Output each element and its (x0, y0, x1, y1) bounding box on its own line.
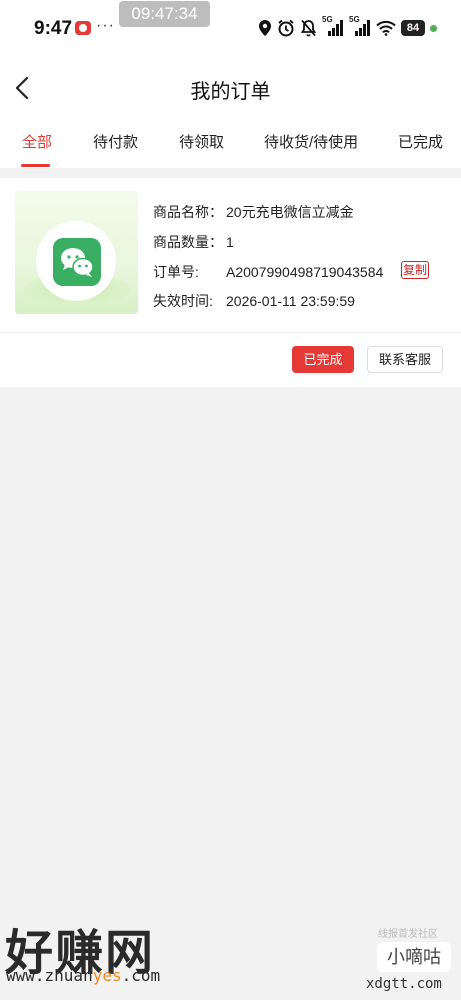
watermark-url-prefix: www.zhuan (6, 966, 93, 985)
screen-record-icon (75, 21, 91, 35)
expire-time-row: 失效时间: 2026-01-11 23:59:59 (153, 291, 355, 311)
tab-completed[interactable]: 已完成 (398, 131, 443, 152)
more-notifications-icon: ··· (96, 17, 115, 34)
watermark-small-caption: 线报首发社区 (378, 929, 438, 940)
battery-indicator: 84 (401, 20, 425, 36)
watermark-url: www.zhuanyes.com (6, 966, 160, 985)
quantity-label: 商品数量： (153, 234, 223, 250)
status-time: 9:47 (34, 18, 73, 39)
location-icon (259, 20, 271, 36)
tab-pending-payment[interactable]: 待付款 (93, 131, 138, 152)
wechat-icon (53, 238, 101, 286)
nav-header: 我的订单 (0, 58, 461, 118)
order-number-row: 订单号: A2007990498719043584 (153, 262, 383, 282)
product-name-row: 商品名称： 20元充电微信立减金 (153, 202, 354, 222)
expire-time-value: 2026-01-11 23:59:59 (226, 293, 355, 309)
wifi-icon (376, 20, 396, 36)
watermark-url-suffix: .com (121, 966, 161, 985)
watermark-small-url: xdgtt.com (366, 976, 442, 992)
order-number-value: A2007990498719043584 (226, 264, 384, 280)
expire-time-label: 失效时间: (153, 293, 213, 309)
product-thumbnail (15, 191, 138, 314)
quantity-row: 商品数量： 1 (153, 232, 234, 252)
page: 9:47 ··· 09:47:34 5G 5G 84 我的订单 全部 待付款 待… (0, 0, 461, 1000)
order-number-label: 订单号: (153, 264, 199, 280)
tab-all[interactable]: 全部 (22, 131, 52, 152)
signal-icon-1: 5G (322, 15, 344, 37)
copy-order-number-button[interactable]: 复制 (401, 261, 429, 279)
active-tab-indicator (21, 164, 50, 167)
quantity-value: 1 (226, 234, 234, 250)
page-title: 我的订单 (190, 81, 271, 103)
card-divider (0, 332, 461, 333)
mute-bell-icon (300, 19, 317, 37)
order-status-button[interactable]: 已完成 (292, 346, 354, 373)
contact-service-button[interactable]: 联系客服 (367, 346, 443, 373)
tab-pending-receipt[interactable]: 待收货/待使用 (264, 131, 358, 152)
order-card[interactable]: 商品名称： 20元充电微信立减金 商品数量： 1 订单号: A200799049871… (0, 178, 461, 387)
status-icons: 5G 5G 84 (258, 15, 437, 38)
watermark-small-brand: 小嘀咕 (377, 942, 451, 972)
order-tabs: 全部 待付款 待领取 待收货/待使用 已完成 (0, 118, 461, 168)
tab-pending-claim[interactable]: 待领取 (179, 131, 224, 152)
product-name-label: 商品名称： (153, 204, 223, 220)
signal-icon-2: 5G (349, 15, 371, 37)
status-bar: 9:47 ··· 09:47:34 5G 5G 84 (0, 0, 461, 58)
green-dot-icon (430, 24, 437, 32)
alarm-icon (278, 19, 294, 37)
watermark-url-highlight: yes (92, 966, 122, 985)
clock-pill: 09:47:34 (119, 1, 210, 27)
product-name-value: 20元充电微信立减金 (226, 204, 354, 220)
